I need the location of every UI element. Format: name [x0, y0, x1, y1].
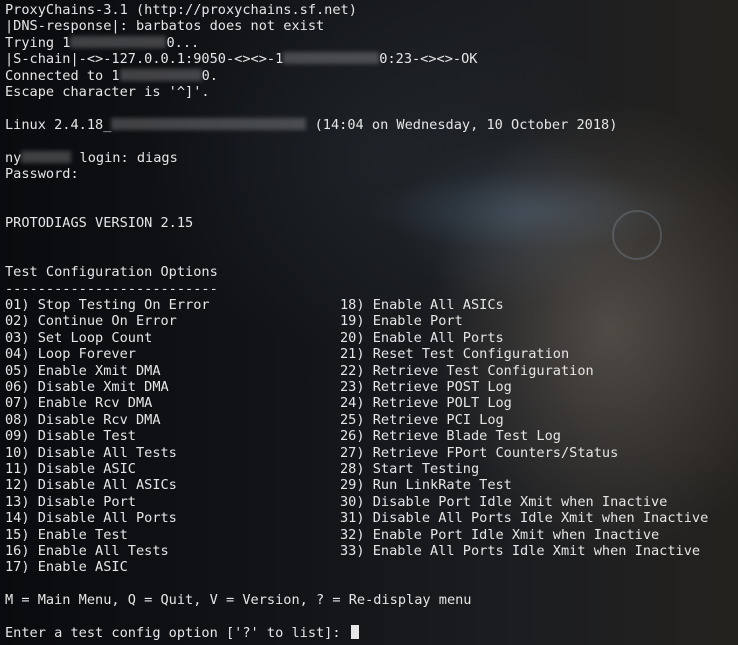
login-line: ny login: diags — [5, 149, 178, 166]
menu-option: 23) Retrieve POST Log — [340, 378, 512, 395]
escape-line: Escape character is '^]'. — [5, 83, 210, 100]
menu-option: 03) Set Loop Count — [5, 329, 153, 346]
menu-option: 04) Loop Forever — [5, 346, 136, 363]
menu-option: 31) Disable All Ports Idle Xmit when Ina… — [340, 510, 709, 527]
redacted-kernel — [111, 117, 307, 130]
redacted-ip — [119, 68, 202, 81]
menu-option: 17) Enable ASIC — [5, 559, 128, 576]
redacted-ip — [70, 35, 167, 48]
menu-option: 26) Retrieve Blade Test Log — [340, 428, 561, 445]
menu-option: 05) Enable Xmit DMA — [5, 362, 161, 379]
menu-option: 10) Disable All Tests — [5, 444, 177, 461]
menu-option: 24) Retrieve POLT Log — [340, 395, 512, 412]
menu-option: 16) Enable All Tests — [5, 542, 169, 559]
connected-line: Connected to 1 0. — [5, 67, 218, 84]
prompt-text: Enter a test config option ['?' to list]… — [5, 624, 349, 641]
menu-option: 20) Enable All Ports — [340, 329, 504, 346]
menu-option: 09) Disable Test — [5, 428, 136, 445]
menu-option: 06) Disable Xmit DMA — [5, 378, 169, 395]
menu-option: 14) Disable All Ports — [5, 510, 177, 527]
menu-option: 30) Disable Port Idle Xmit when Inactive — [340, 493, 668, 510]
password-line: Password: — [5, 165, 79, 182]
menu-title: Test Configuration Options — [5, 264, 218, 281]
trying-line: Trying 1 0... — [5, 34, 200, 51]
menu-underline: -------------------------- — [5, 280, 218, 297]
menu-option: 19) Enable Port — [340, 313, 463, 330]
menu-option: 12) Disable All ASICs — [5, 477, 177, 494]
menu-option: 18) Enable All ASICs — [340, 297, 504, 314]
menu-option: 32) Enable Port Idle Xmit when Inactive — [340, 526, 660, 543]
proxy-banner: ProxyChains-3.1 (http://proxychains.sf.n… — [5, 2, 357, 18]
options-right-column: 18) Enable All ASICs 19) Enable Port 20)… — [340, 297, 708, 576]
redacted-ip — [283, 52, 380, 65]
menu-option: 28) Start Testing — [340, 460, 480, 477]
menu-option: 07) Enable Rcv DMA — [5, 395, 153, 412]
options-menu: 01) Stop Testing On Error 02) Continue O… — [5, 297, 738, 576]
redacted-hostname — [21, 150, 72, 163]
dns-response-line: |DNS-response|: barbatos does not exist — [5, 18, 325, 35]
menu-option: 29) Run LinkRate Test — [340, 477, 512, 494]
help-line: M = Main Menu, Q = Quit, V = Version, ? … — [5, 592, 472, 609]
menu-option: 11) Disable ASIC — [5, 460, 136, 477]
terminal-output[interactable]: ProxyChains-3.1 (http://proxychains.sf.n… — [5, 2, 738, 641]
menu-option: 25) Retrieve PCI Log — [340, 411, 504, 428]
menu-option: 15) Enable Test — [5, 526, 128, 543]
schain-line: |S-chain|-<>-127.0.0.1:9050-<><>-1 0:23-<… — [5, 51, 478, 68]
menu-option: 08) Disable Rcv DMA — [5, 411, 161, 428]
cursor-block[interactable] — [350, 624, 359, 639]
menu-option: 22) Retrieve Test Configuration — [340, 362, 594, 379]
options-left-column: 01) Stop Testing On Error 02) Continue O… — [5, 297, 340, 576]
command-prompt[interactable]: Enter a test config option ['?' to list]… — [5, 624, 738, 641]
protodiags-version: PROTODIAGS VERSION 2.15 — [5, 215, 194, 232]
menu-option: 13) Disable Port — [5, 493, 136, 510]
menu-option: 27) Retrieve FPort Counters/Status — [340, 444, 619, 461]
menu-option: 33) Enable All Ports Idle Xmit when Inac… — [340, 542, 701, 559]
menu-option: 21) Reset Test Configuration — [340, 346, 570, 363]
menu-option: 01) Stop Testing On Error — [5, 297, 210, 314]
menu-option: 02) Continue On Error — [5, 313, 177, 330]
linux-version-line: Linux 2.4.18_ (14:04 on Wednesday, 10 Oc… — [5, 116, 618, 133]
